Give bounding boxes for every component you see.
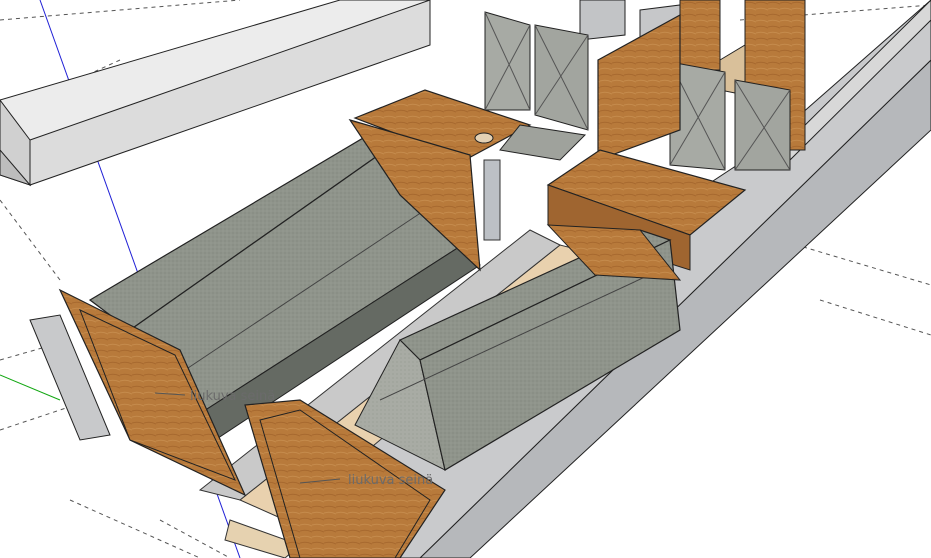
sketchup-3d-viewport[interactable]: liukuva seinä liukuva seinä [0,0,931,558]
annotation-label-2: liukuva seinä [348,473,433,488]
3d-model-scene[interactable]: liukuva seinä liukuva seinä [0,0,931,558]
annotation-label-1: liukuva seinä [190,389,275,404]
table-leg [483,159,501,241]
green-axis-line [0,374,61,401]
